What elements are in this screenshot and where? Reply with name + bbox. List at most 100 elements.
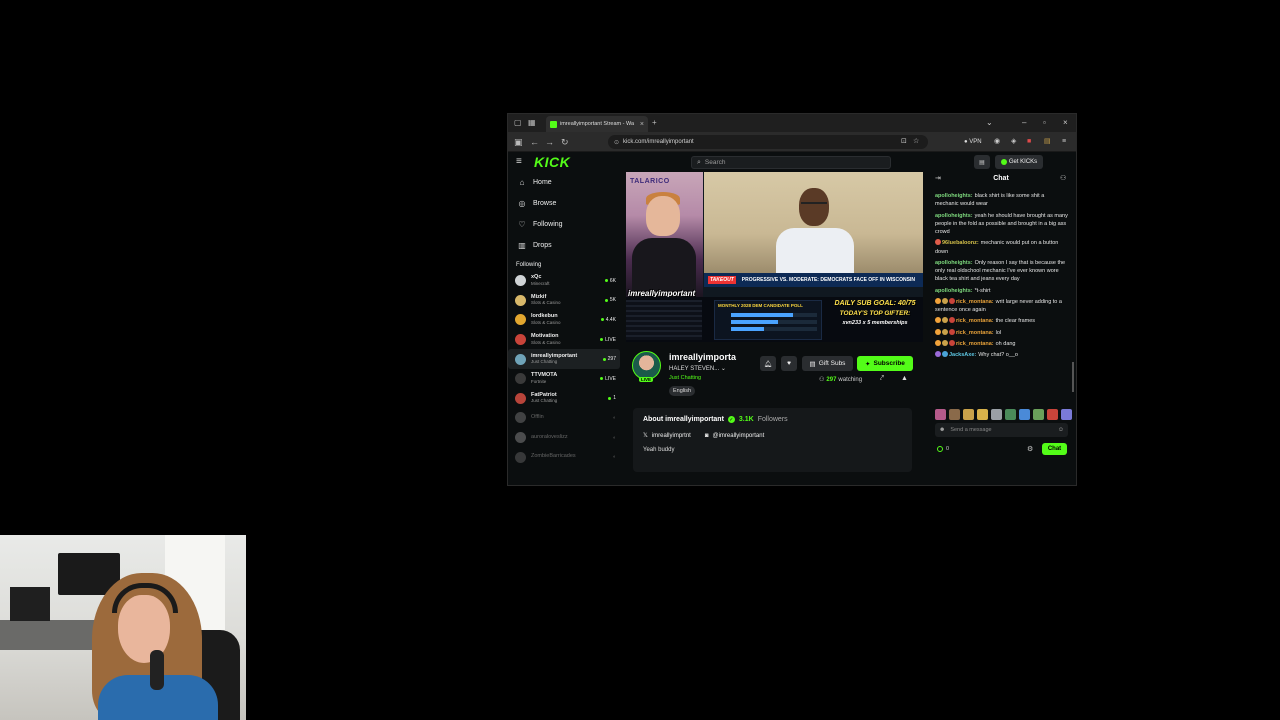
gift-subs-button[interactable]: ▤ Gift Subs — [802, 356, 853, 371]
emote-icon[interactable] — [977, 409, 988, 420]
chat-input[interactable]: ☻ Send a message ☺ — [935, 423, 1068, 437]
sidebar-channel-offline[interactable]: Offlin ◐ — [508, 408, 620, 428]
emote-icon[interactable] — [963, 409, 974, 420]
sidebar-channel-offline[interactable]: ZombieBarricades ◐ — [508, 447, 620, 467]
get-kicks-button[interactable]: Get KICKs — [995, 155, 1043, 169]
chat-username[interactable]: apolloheights: — [935, 193, 973, 199]
following-channel-list: xQc Minecraft 6K Mizkif Slots & Casino 5K lord… — [508, 271, 620, 408]
maximize-icon[interactable]: ▫ — [1043, 117, 1046, 129]
chat-input-placeholder: Send a message — [950, 427, 992, 433]
hamburger-menu-icon[interactable]: ≡ — [516, 156, 522, 167]
vpn-label: VPN — [969, 139, 982, 145]
sidebar-channel-item[interactable]: lordkebun Slots & Casino 4.4K — [508, 310, 620, 330]
category-link[interactable]: Just Chatting — [669, 375, 701, 381]
bookmark-star-icon[interactable]: ☆ — [913, 136, 919, 148]
chat-message: rick_montana: oh dang — [935, 339, 1069, 348]
channel-text: Offlin — [531, 415, 613, 421]
back-icon[interactable]: ← — [530, 136, 539, 148]
smiley-icon[interactable]: ☺ — [1058, 427, 1064, 433]
close-tab-icon[interactable]: × — [640, 121, 644, 128]
sidebar-channel-item[interactable]: TTVMOTA Fortnite LIVE — [508, 369, 620, 389]
extension-2-icon[interactable]: ▤ — [1044, 136, 1051, 148]
channel-points[interactable]: 0 — [937, 446, 949, 452]
channel-viewers: 1 — [613, 395, 616, 402]
share-icon[interactable]: ⤤ — [880, 375, 884, 383]
browser-tab-active[interactable]: imreallyimportant Stream - Wa × — [546, 116, 648, 132]
url-field[interactable]: ⊙ kick.com/imreallyimportant — [608, 135, 928, 149]
stream-title[interactable]: HALEY STEVEN... ⌄ — [669, 365, 726, 372]
twitter-link[interactable]: 𝕏imreallyimprtnt — [643, 432, 691, 440]
user-badge-icon — [935, 339, 941, 346]
sidebar-nav-drops[interactable]: ▥ Drops — [508, 235, 620, 256]
sidebar-channel-offline[interactable]: auroraloveslizz ◐ — [508, 428, 620, 448]
search-input[interactable]: ⌕ Search — [691, 156, 891, 169]
language-tag[interactable]: English — [669, 386, 696, 396]
chat-username[interactable]: rick_montana: — [956, 318, 994, 324]
channel-status: LIVE — [600, 376, 616, 382]
sidebar-channel-item[interactable]: Mizkif Slots & Casino 5K — [508, 291, 620, 311]
channel-info: LIVE imreallyimporta HALEY STEVEN... ⌄ J… — [626, 342, 923, 485]
extension-icon[interactable]: ◈ — [1011, 136, 1016, 148]
reload-icon[interactable]: ↻ — [561, 136, 569, 148]
notification-button[interactable]: 🔔︎ — [760, 356, 776, 371]
browser-menu-icon[interactable]: ≡ — [1062, 136, 1066, 148]
chat-username[interactable]: JacksAxe: — [949, 352, 976, 358]
channel-avatar[interactable] — [632, 351, 661, 380]
gift-button[interactable]: ▤ — [974, 155, 990, 169]
adblock-icon[interactable]: ■ — [1027, 136, 1031, 148]
emote-icon[interactable] — [1047, 409, 1058, 420]
kick-logo[interactable]: KICK — [534, 154, 570, 170]
chat-username[interactable]: apolloheights: — [935, 213, 973, 219]
chat-username[interactable]: rick_montana: — [956, 341, 994, 347]
follow-button[interactable]: ♥ — [781, 356, 797, 371]
emote-icon[interactable] — [1019, 409, 1030, 420]
sidebar-channel-item[interactable]: xQc Minecraft 6K — [508, 271, 620, 291]
video-player[interactable]: TALARICO imreallyimportant TAKEOUT PROGR… — [626, 172, 923, 342]
emote-icon[interactable] — [1061, 409, 1072, 420]
channel-viewers: 297 — [607, 356, 616, 363]
vpn-button[interactable]: ● VPN — [964, 136, 982, 148]
emote-icon[interactable] — [1005, 409, 1016, 420]
address-bar: ▣ ← → ↻ ⊙ kick.com/imreallyimportant ⊡ ☆… — [508, 132, 1076, 152]
channel-text: xQc Minecraft — [531, 275, 605, 286]
tab-menu-icon[interactable]: ▢ — [514, 117, 522, 129]
forward-icon[interactable]: → — [545, 136, 554, 148]
minimize-icon[interactable]: – — [1022, 117, 1026, 129]
emote-icon[interactable] — [991, 409, 1002, 420]
sidebar-channel-item[interactable]: FatPatriot Just Chatting 1 — [508, 389, 620, 409]
site-info-icon[interactable]: ⊙ — [614, 139, 619, 146]
channel-name[interactable]: imreallyimporta — [669, 352, 743, 362]
sidebar-nav-following[interactable]: ♡ Following — [508, 214, 620, 235]
close-window-icon[interactable]: × — [1063, 117, 1068, 129]
new-tab-icon[interactable]: + — [652, 117, 657, 129]
about-panel: About imreallyimportant ✓ 3.1K Followers… — [633, 408, 912, 472]
sub-goal-overlay: DAILY SUB GOAL: 40/75 TODAY'S TOP GIFTER… — [829, 300, 921, 340]
chat-users-icon[interactable]: ⚇ — [1060, 174, 1066, 182]
sidebar-channel-item[interactable]: imreallyimportant Just Chatting 297 — [508, 349, 620, 369]
emote-picker-icon[interactable]: ☻ — [939, 427, 945, 433]
emote-icon[interactable] — [949, 409, 960, 420]
wallet-icon[interactable]: ◉ — [994, 136, 1000, 148]
sidebar-nav-home[interactable]: ⌂ Home — [508, 172, 620, 193]
chat-settings-icon[interactable]: ⚙ — [1027, 445, 1033, 453]
report-icon[interactable]: ▲ — [901, 375, 908, 382]
chevron-down-icon[interactable]: ⌄ — [721, 366, 726, 372]
sidebar-toggle-icon[interactable]: ▣ — [514, 136, 523, 148]
chat-username[interactable]: 96luebaloonz: — [942, 240, 979, 246]
emote-icon[interactable] — [935, 409, 946, 420]
followers-label: Followers — [757, 416, 788, 423]
chat-send-button[interactable]: Chat — [1042, 443, 1067, 455]
chat-username[interactable]: rick_montana: — [956, 330, 994, 336]
install-app-icon[interactable]: ⊡ — [901, 136, 907, 148]
chevron-down-icon[interactable]: ⌄ — [986, 117, 993, 129]
sidebar-channel-item[interactable]: Motivation Slots & Casino LIVE — [508, 330, 620, 350]
chat-username[interactable]: apolloheights: — [935, 288, 973, 294]
instagram-link[interactable]: ◙ @imreallyimportant — [705, 432, 764, 439]
chat-scrollbar[interactable] — [1072, 362, 1074, 392]
emote-icon[interactable] — [1033, 409, 1044, 420]
chat-username[interactable]: apolloheights: — [935, 260, 973, 266]
sidebar-nav-browse[interactable]: ◎ Browse — [508, 193, 620, 214]
tab-list-icon[interactable]: ▦ — [528, 117, 536, 129]
chat-username[interactable]: rick_montana: — [956, 299, 994, 305]
subscribe-button[interactable]: ✦ Subscribe — [857, 356, 913, 371]
